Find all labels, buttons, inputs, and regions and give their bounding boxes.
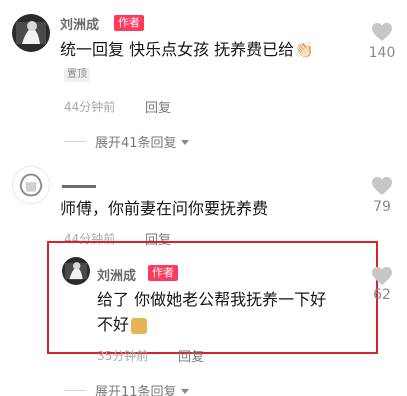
reply-time: 35分钟前 — [97, 349, 149, 363]
like-count: 140 — [368, 45, 396, 61]
chevron-down-icon — [180, 389, 189, 394]
avatar[interactable] — [62, 257, 90, 285]
like-count: 79 — [373, 199, 391, 215]
reply-button[interactable]: 回复 — [178, 346, 204, 365]
comment-text: 统一回复 快乐点女孩 抚养费已给👏🏻 — [60, 40, 315, 59]
expand-divider — [64, 141, 86, 142]
comment-text: 师傅，你前妻在问你要抚养费 — [60, 199, 269, 218]
expand-replies-label: 展开11条回复 — [95, 385, 177, 396]
pinned-badge: 置顶 — [64, 68, 90, 82]
comment-username[interactable]: 刘洲成 — [60, 14, 99, 33]
author-badge: 作者 — [148, 265, 178, 281]
reply-text-line2: 不好 — [97, 313, 148, 337]
avatar[interactable] — [12, 166, 50, 204]
expand-divider — [64, 390, 86, 391]
chevron-down-icon — [180, 140, 189, 145]
reply-button[interactable]: 回复 — [145, 97, 171, 116]
expand-replies-button[interactable]: 展开11条回复 — [95, 381, 189, 396]
expand-replies-label: 展开41条回复 — [95, 136, 177, 151]
author-badge: 作者 — [114, 15, 144, 31]
avatar[interactable] — [12, 14, 50, 52]
expand-replies-button[interactable]: 展开41条回复 — [95, 132, 189, 151]
comment-username-redacted — [62, 185, 96, 188]
like-count: 62 — [373, 287, 391, 303]
like-icon[interactable] — [371, 22, 393, 42]
reply-text-line1: 给了 你做她老公帮我抚养一下好 — [97, 290, 327, 309]
reply-username[interactable]: 刘洲成 — [97, 265, 136, 284]
like-icon[interactable] — [371, 266, 393, 286]
reply-text-line2-label: 不好 — [97, 315, 130, 334]
emoji-icon — [131, 317, 148, 334]
comment-time: 44分钟前 — [64, 100, 116, 114]
like-icon[interactable] — [371, 176, 393, 196]
